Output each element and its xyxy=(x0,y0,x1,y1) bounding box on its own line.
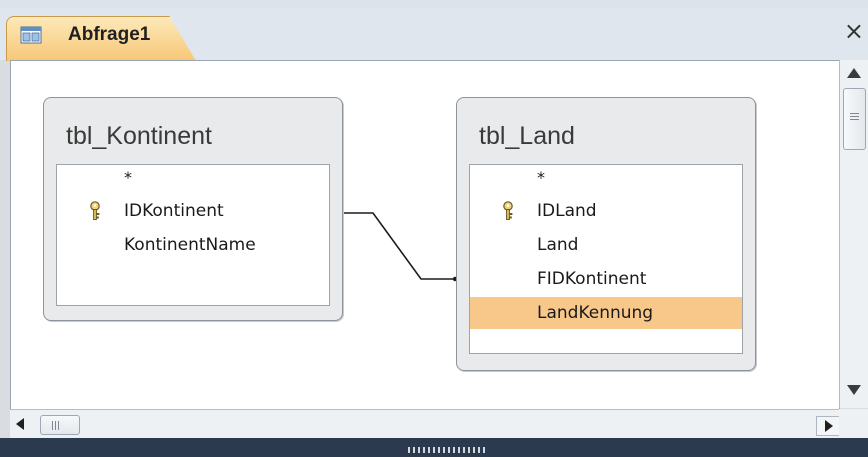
table-tbl-land[interactable]: tbl_Land * IDLand Land FIDKontinent Land… xyxy=(456,97,756,371)
field-row-land[interactable]: Land xyxy=(470,229,742,261)
field-row-idkontinent[interactable]: IDKontinent xyxy=(57,195,329,227)
tab-title[interactable]: Abfrage1 xyxy=(68,24,150,46)
horizontal-scrollbar[interactable] xyxy=(10,409,840,439)
field-row-star[interactable]: * xyxy=(470,165,742,197)
close-icon[interactable]: × xyxy=(844,18,864,44)
field-row-fidkontinent[interactable]: FIDKontinent xyxy=(470,263,742,295)
table-title: tbl_Land xyxy=(479,122,575,150)
scroll-down-arrow-icon[interactable] xyxy=(847,385,861,395)
field-label: IDKontinent xyxy=(124,201,224,221)
primary-key-icon xyxy=(503,201,513,220)
table-title: tbl_Kontinent xyxy=(66,122,212,150)
field-row-star[interactable]: * xyxy=(57,165,329,197)
field-label: Land xyxy=(537,235,579,255)
scroll-up-arrow-icon[interactable] xyxy=(847,68,861,78)
field-label: FIDKontinent xyxy=(537,269,647,289)
field-list[interactable]: * IDKontinent KontinentName xyxy=(56,164,330,306)
table-tbl-kontinent[interactable]: tbl_Kontinent * IDKontinent KontinentNam… xyxy=(43,97,343,321)
query-design-canvas[interactable]: tbl_Kontinent * IDKontinent KontinentNam… xyxy=(10,60,840,410)
field-label: LandKennung xyxy=(537,303,654,323)
grip-icon xyxy=(55,421,56,430)
horizontal-scroll-thumb[interactable] xyxy=(40,415,80,435)
field-row-landkennung[interactable]: LandKennung xyxy=(470,297,742,329)
all-fields-star: * xyxy=(537,168,545,187)
vertical-scrollbar[interactable] xyxy=(839,60,868,408)
field-row-kontinentname[interactable]: KontinentName xyxy=(57,229,329,261)
field-label: IDLand xyxy=(537,201,597,221)
field-row-idland[interactable]: IDLand xyxy=(470,195,742,227)
grip-icon xyxy=(850,116,859,117)
query-design-icon xyxy=(20,26,42,44)
field-label: KontinentName xyxy=(124,235,256,255)
vertical-scroll-thumb[interactable] xyxy=(843,88,866,150)
scrollbar-corner xyxy=(839,409,868,438)
field-list[interactable]: * IDLand Land FIDKontinent LandKennung xyxy=(469,164,743,354)
all-fields-star: * xyxy=(124,168,132,187)
primary-key-icon xyxy=(90,201,100,220)
scroll-left-arrow-icon[interactable] xyxy=(16,418,24,430)
scroll-right-arrow-icon[interactable] xyxy=(816,416,840,436)
splitter-grip-handle[interactable] xyxy=(408,447,486,453)
